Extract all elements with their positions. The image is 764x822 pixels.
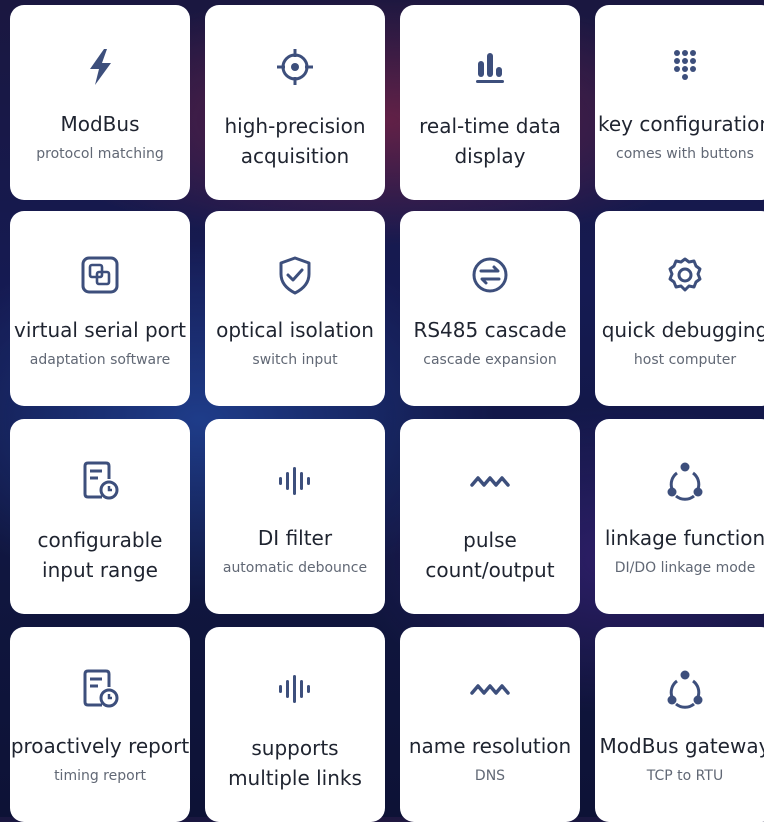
audio-wave-icon	[273, 667, 317, 711]
card-subtitle: cascade expansion	[423, 352, 557, 368]
share-nodes-icon	[663, 459, 707, 503]
card-subtitle: adaptation software	[29, 352, 171, 368]
share-nodes-icon	[663, 667, 707, 711]
card-title: high-precision acquisition	[224, 114, 366, 168]
bar-chart-icon	[468, 45, 512, 89]
feature-card-configurable-input-range[interactable]: configurable input range	[10, 419, 190, 614]
card-title: virtual serial port	[14, 318, 186, 342]
zigzag-wave-icon	[468, 667, 512, 711]
feature-card-proactively-report[interactable]: proactively report timing report	[10, 627, 190, 822]
copy-squares-icon	[78, 253, 122, 297]
feature-card-pulse-count[interactable]: pulse count/output	[400, 419, 580, 614]
card-title: RS485 cascade	[413, 318, 567, 342]
card-title: optical isolation	[216, 318, 374, 342]
card-title: proactively report	[10, 734, 190, 758]
card-title: real-time data display	[419, 114, 561, 168]
card-subtitle: timing report	[54, 768, 146, 784]
card-subtitle: automatic debounce	[222, 560, 368, 576]
feature-card-multiple-links[interactable]: supports multiple links	[205, 627, 385, 822]
card-title: ModBus	[60, 112, 140, 136]
feature-grid: ModBus protocol matching high-precision …	[0, 0, 764, 822]
shield-check-icon	[273, 253, 317, 297]
crosshair-icon	[273, 45, 317, 89]
zigzag-wave-icon	[468, 459, 512, 503]
feature-card-key-configuration[interactable]: key configuration comes with buttons	[595, 5, 764, 200]
card-title: key configuration	[597, 112, 764, 136]
document-clock-icon	[78, 459, 122, 503]
feature-card-optical-isolation[interactable]: optical isolation switch input	[205, 211, 385, 406]
keypad-icon	[663, 45, 707, 89]
feature-card-name-resolution[interactable]: name resolution DNS	[400, 627, 580, 822]
card-title: DI filter	[257, 526, 333, 550]
card-subtitle: comes with buttons	[616, 146, 754, 162]
document-clock-icon	[78, 667, 122, 711]
card-title: name resolution	[408, 734, 572, 758]
card-subtitle: host computer	[633, 352, 737, 368]
card-subtitle: protocol matching	[36, 146, 164, 162]
card-title: ModBus gateway	[599, 734, 764, 758]
feature-card-modbus-gateway[interactable]: ModBus gateway TCP to RTU	[595, 627, 764, 822]
audio-wave-icon	[273, 459, 317, 503]
feature-card-linkage-function[interactable]: linkage function DI/DO linkage mode	[595, 419, 764, 614]
lightning-icon	[78, 45, 122, 89]
feature-card-rs485-cascade[interactable]: RS485 cascade cascade expansion	[400, 211, 580, 406]
card-subtitle: switch input	[252, 352, 338, 368]
card-title: supports multiple links	[228, 736, 362, 790]
feature-card-high-precision[interactable]: high-precision acquisition	[205, 5, 385, 200]
exchange-circle-icon	[468, 253, 512, 297]
feature-card-realtime-display[interactable]: real-time data display	[400, 5, 580, 200]
card-title: configurable input range	[37, 528, 163, 582]
card-title: linkage function	[604, 526, 764, 550]
feature-card-di-filter[interactable]: DI filter automatic debounce	[205, 419, 385, 614]
card-subtitle: DI/DO linkage mode	[614, 560, 756, 576]
feature-card-quick-debugging[interactable]: quick debugging host computer	[595, 211, 764, 406]
gear-icon	[663, 253, 707, 297]
card-subtitle: DNS	[474, 768, 506, 784]
feature-card-virtual-serial-port[interactable]: virtual serial port adaptation software	[10, 211, 190, 406]
feature-card-modbus[interactable]: ModBus protocol matching	[10, 5, 190, 200]
card-subtitle: TCP to RTU	[646, 768, 724, 784]
card-title: pulse count/output	[425, 528, 555, 582]
card-title: quick debugging	[601, 318, 764, 342]
